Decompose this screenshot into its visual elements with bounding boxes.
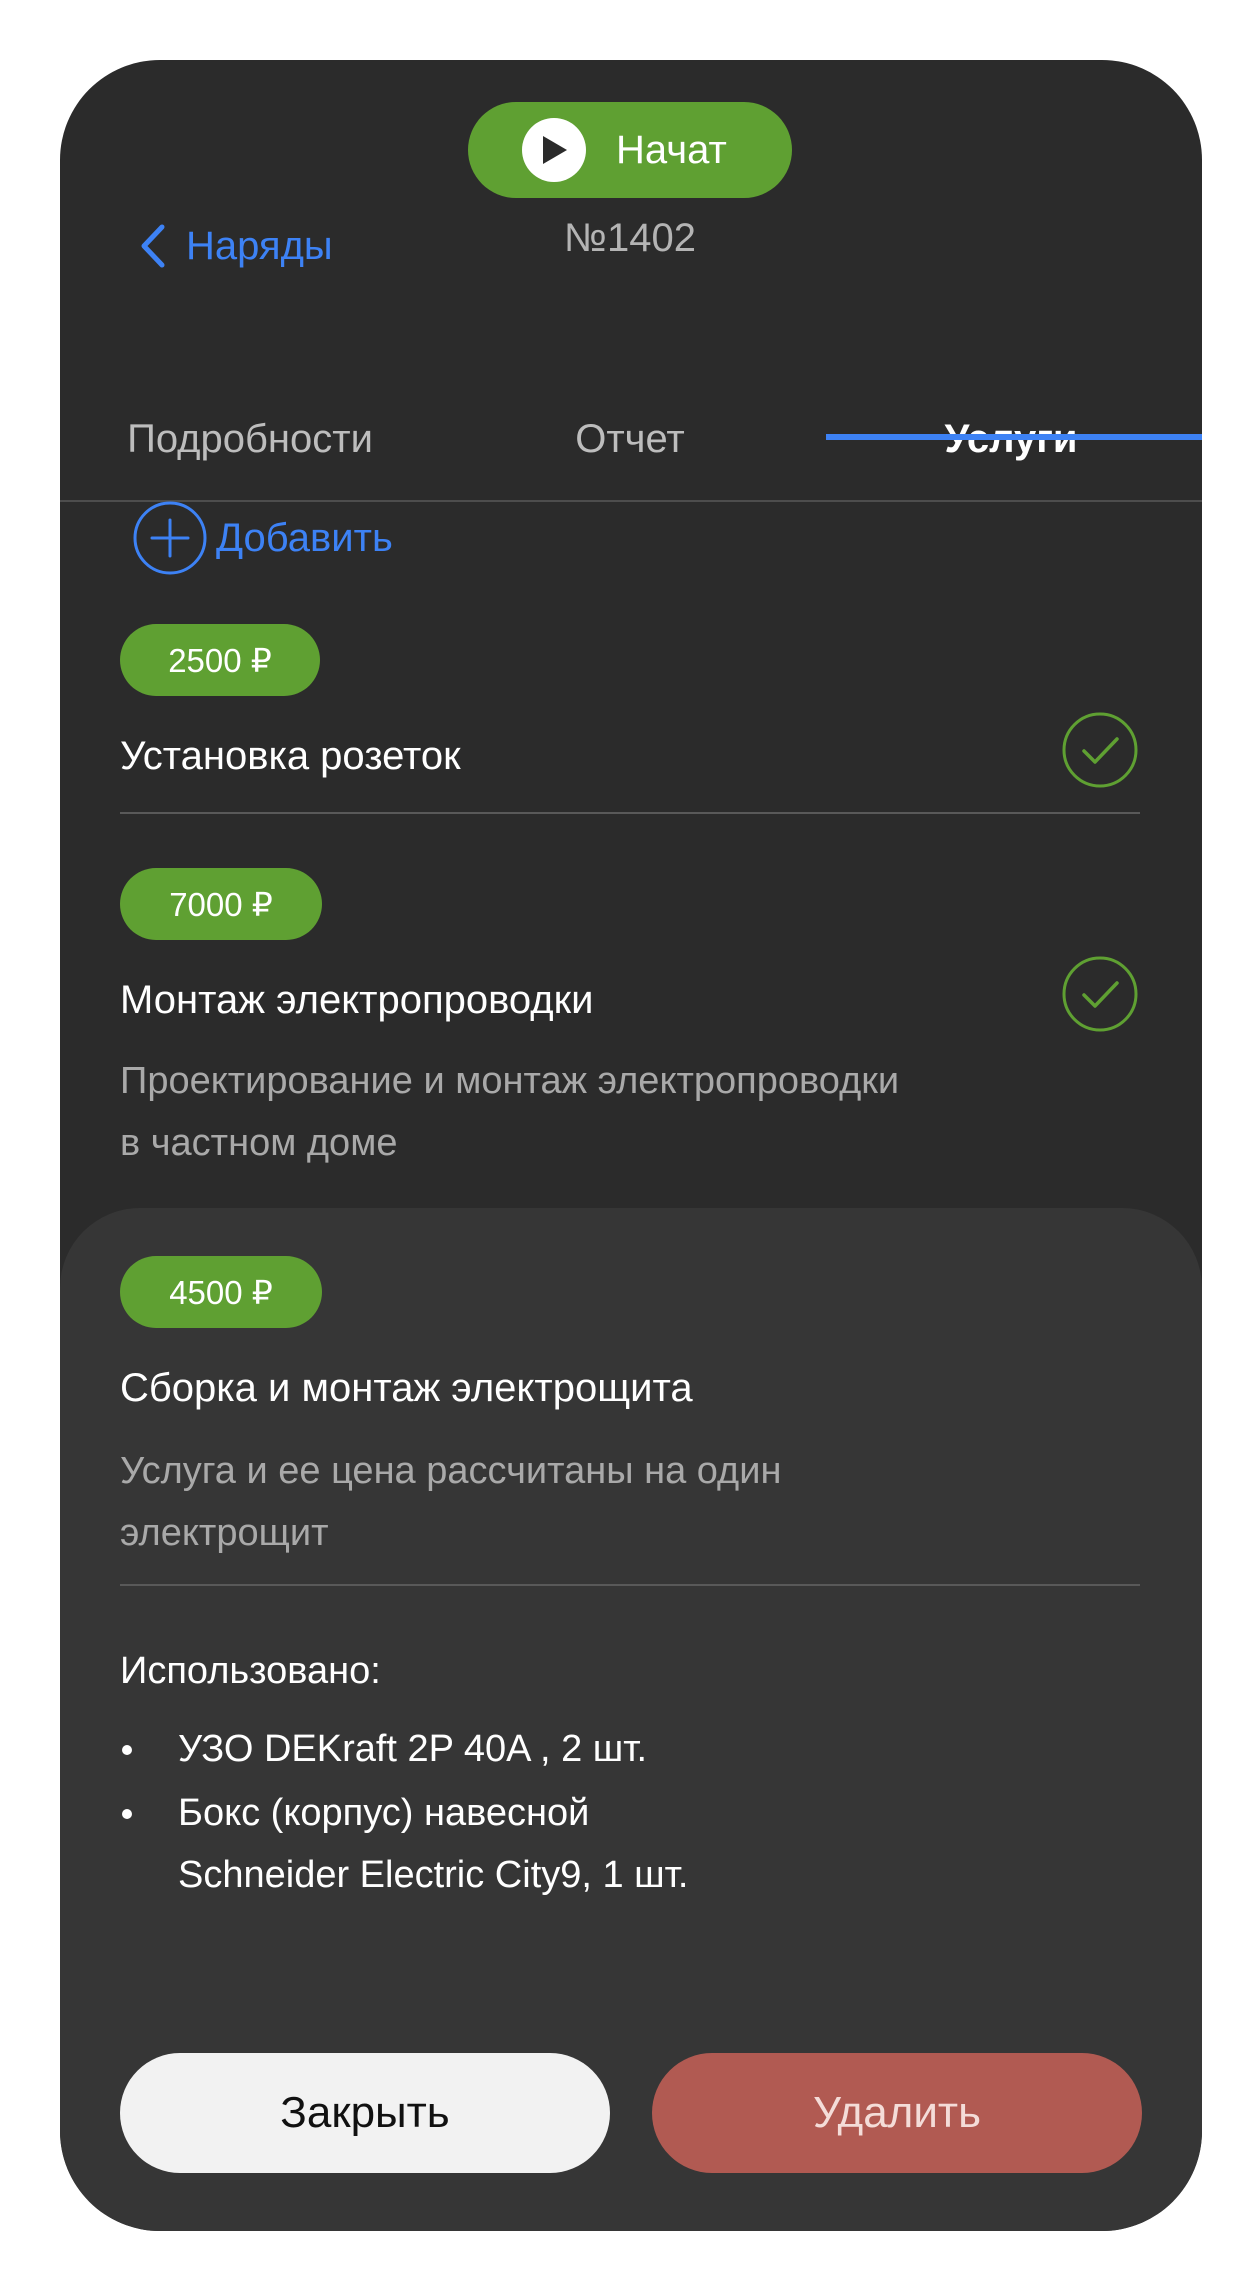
order-number: №1402 [564, 216, 696, 260]
service-description: Услуга и ее цена рассчитаны на один элек… [120, 1450, 782, 1554]
play-icon [522, 118, 586, 182]
tab-bar: Подробности Отчет Услуги [60, 378, 1202, 502]
price-badge: 4500 ₽ [120, 1256, 322, 1328]
service-title: Монтаж электропроводки [120, 978, 594, 1022]
check-circle-icon[interactable] [1060, 954, 1140, 1034]
service-title: Установка розеток [120, 734, 461, 778]
active-tab-indicator [826, 434, 1202, 440]
add-label: Добавить [216, 515, 393, 560]
order-screen: Наряды Начат №1402 Подробности Отчет Усл… [60, 60, 1202, 2231]
service-title: Сборка и монтаж электрощита [120, 1366, 693, 1410]
divider [120, 812, 1140, 814]
price-badge: 2500 ₽ [120, 624, 320, 696]
used-materials-list: УЗО DEKraft 2P 40A , 2 шт. Бокс (корпус)… [120, 1718, 1120, 1908]
plus-circle-icon [133, 501, 207, 575]
status-button[interactable]: Начат [468, 102, 792, 198]
price-badge: 7000 ₽ [120, 868, 322, 940]
delete-button[interactable]: Удалить [652, 2053, 1142, 2173]
service-description: Проектирование и монтаж электропроводки … [120, 1060, 900, 1164]
list-item: Бокс (корпус) навесной Schneider Electri… [120, 1782, 740, 1906]
used-materials-title: Использовано: [120, 1650, 381, 1692]
back-button[interactable]: Наряды [138, 220, 333, 272]
divider [120, 1584, 1140, 1586]
close-button[interactable]: Закрыть [120, 2053, 610, 2173]
chevron-left-icon [141, 224, 165, 268]
list-item: УЗО DEKraft 2P 40A , 2 шт. [120, 1718, 1120, 1780]
check-circle-icon[interactable] [1060, 710, 1140, 790]
back-label: Наряды [186, 223, 333, 268]
tab-report[interactable]: Отчет [440, 378, 820, 500]
tab-details[interactable]: Подробности [60, 378, 440, 500]
add-service-button[interactable]: Добавить [132, 500, 393, 576]
status-label: Начат [616, 127, 727, 172]
